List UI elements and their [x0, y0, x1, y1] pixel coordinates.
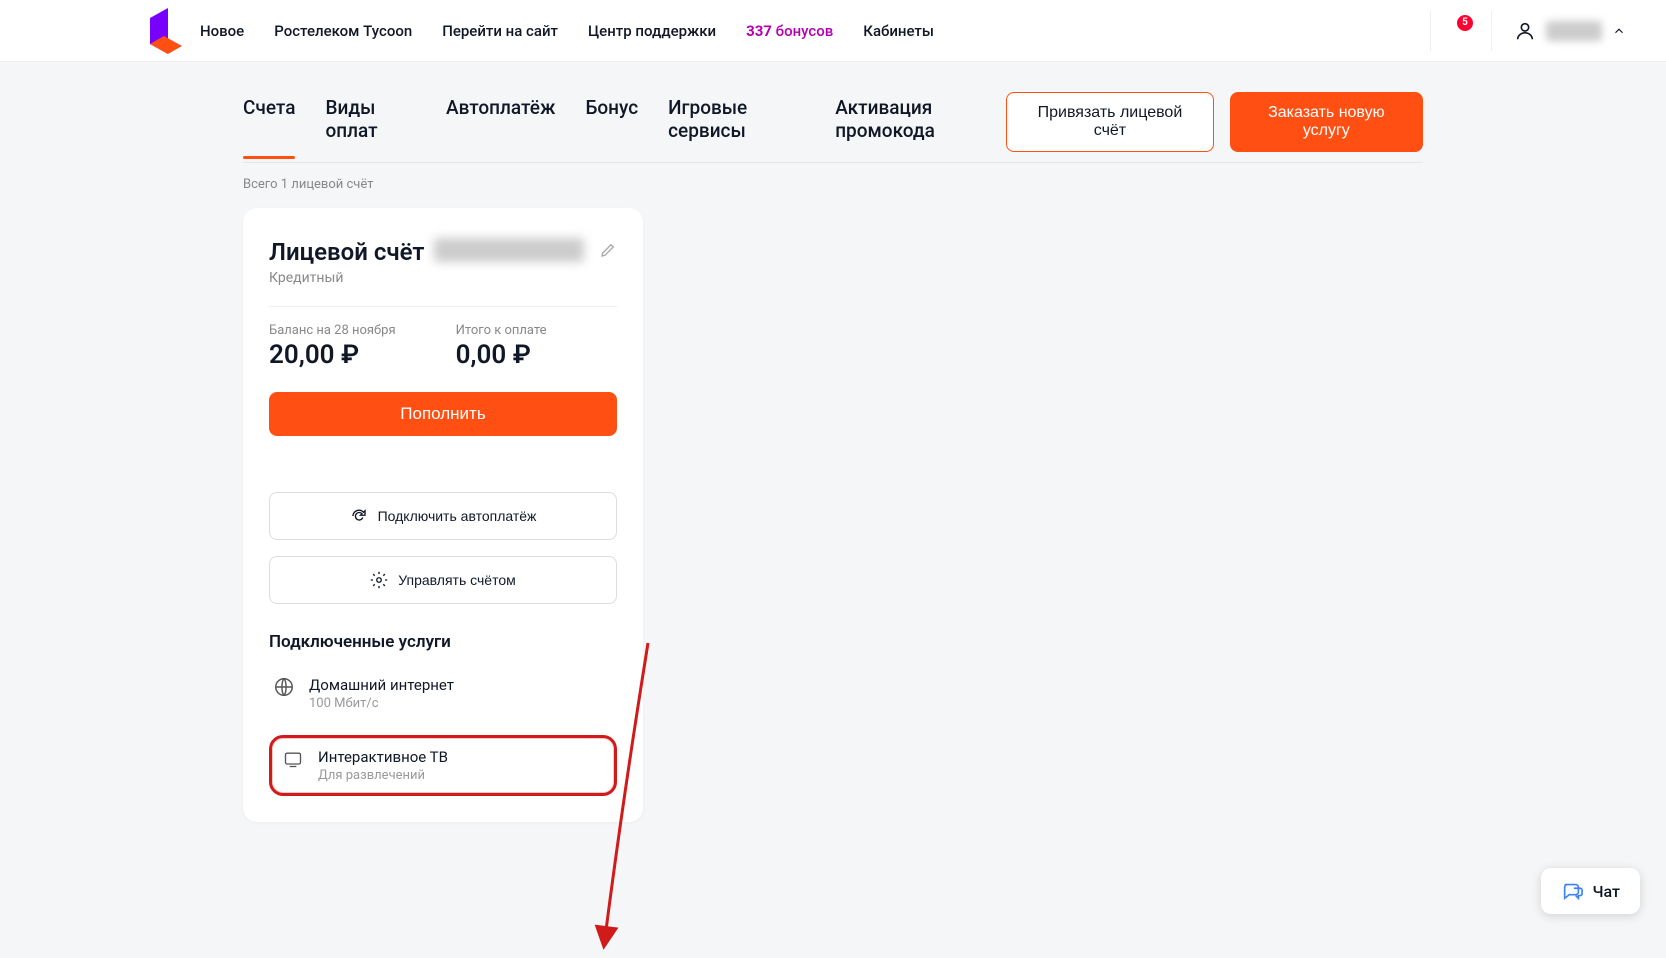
balance-block: Баланс на 28 ноября 20,00 ₽: [269, 323, 396, 370]
tabs: Счета Виды оплат Автоплатёж Бонус Игровы…: [243, 96, 1006, 158]
logo-icon: [150, 8, 182, 54]
chat-icon: [1561, 880, 1583, 902]
nav-support[interactable]: Центр поддержки: [588, 22, 716, 40]
nav-bonus[interactable]: 337 бонусов: [746, 22, 833, 40]
manage-account-button[interactable]: Управлять счётом: [269, 556, 617, 604]
notifications-badge: 5: [1457, 15, 1473, 31]
services-title: Подключенные услуги: [269, 632, 617, 652]
logo[interactable]: [150, 8, 182, 54]
tab-promo[interactable]: Активация промокода: [835, 96, 1006, 158]
header-actions: Привязать лицевой счёт Заказать новую ус…: [1006, 92, 1423, 162]
card-title-row: Лицевой счёт: [269, 238, 617, 266]
link-account-button[interactable]: Привязать лицевой счёт: [1006, 92, 1213, 152]
nav-tycoon[interactable]: Ростелеком Tycoon: [274, 22, 412, 40]
notifications-button[interactable]: 5: [1430, 11, 1492, 51]
tab-accounts[interactable]: Счета: [243, 96, 295, 158]
top-right: 5: [1430, 11, 1626, 51]
card-title: Лицевой счёт: [269, 238, 584, 266]
service-tv-text: Интерактивное ТВ Для развлечений: [318, 748, 448, 783]
edit-account-button[interactable]: [599, 241, 617, 263]
due-block: Итого к оплате 0,00 ₽: [456, 323, 547, 370]
topup-button[interactable]: Пополнить: [269, 392, 617, 436]
page-content: Счета Виды оплат Автоплатёж Бонус Игровы…: [213, 62, 1453, 822]
nav-goto-site[interactable]: Перейти на сайт: [442, 22, 558, 40]
account-type: Кредитный: [269, 270, 617, 286]
top-bar: Новое Ростелеком Tycoon Перейти на сайт …: [0, 0, 1666, 62]
due-value: 0,00 ₽: [456, 340, 547, 370]
service-internet-sub: 100 Мбит/с: [309, 696, 454, 711]
card-title-prefix: Лицевой счёт: [269, 238, 424, 266]
balance-row: Баланс на 28 ноября 20,00 ₽ Итого к опла…: [269, 323, 617, 370]
chevron-up-icon: [1612, 24, 1626, 38]
balance-label: Баланс на 28 ноября: [269, 323, 396, 338]
refresh-icon: [350, 507, 368, 525]
top-nav: Новое Ростелеком Tycoon Перейти на сайт …: [200, 22, 934, 40]
tab-game-services[interactable]: Игровые сервисы: [668, 96, 805, 158]
service-internet-text: Домашний интернет 100 Мбит/с: [309, 676, 454, 711]
globe-icon: [273, 676, 295, 698]
profile-name-redacted: [1546, 21, 1602, 41]
user-icon: [1514, 20, 1536, 42]
connect-autopay-button[interactable]: Подключить автоплатёж: [269, 492, 617, 540]
manage-account-label: Управлять счётом: [398, 572, 515, 588]
nav-new[interactable]: Новое: [200, 22, 244, 40]
tv-icon: [282, 748, 304, 770]
due-label: Итого к оплате: [456, 323, 547, 338]
service-internet-name: Домашний интернет: [309, 676, 454, 694]
profile-menu[interactable]: [1514, 20, 1626, 42]
service-internet[interactable]: Домашний интернет 100 Мбит/с: [269, 670, 617, 717]
tab-autopay[interactable]: Автоплатёж: [446, 96, 555, 158]
bonus-count: 337: [746, 22, 772, 40]
tab-payment-types[interactable]: Виды оплат: [325, 96, 416, 158]
account-card: Лицевой счёт Кредитный Баланс на 28 нояб…: [243, 208, 643, 822]
service-tv-name: Интерактивное ТВ: [318, 748, 448, 766]
bonus-word: бонусов: [776, 22, 834, 40]
nav-cabinets[interactable]: Кабинеты: [863, 22, 934, 40]
divider: [269, 306, 617, 307]
accounts-count-label: Всего 1 лицевой счёт: [243, 177, 1423, 192]
chat-widget[interactable]: Чат: [1541, 868, 1641, 914]
connect-autopay-label: Подключить автоплатёж: [378, 508, 537, 524]
tab-bonus[interactable]: Бонус: [585, 96, 638, 158]
account-number-redacted: [434, 238, 584, 262]
pencil-icon: [599, 241, 617, 259]
gear-icon: [370, 571, 388, 589]
tabs-row: Счета Виды оплат Автоплатёж Бонус Игровы…: [243, 62, 1423, 163]
order-service-button[interactable]: Заказать новую услугу: [1230, 92, 1423, 152]
service-tv-sub: Для развлечений: [318, 768, 448, 783]
balance-value: 20,00 ₽: [269, 340, 396, 370]
service-tv[interactable]: Интерактивное ТВ Для развлечений: [269, 735, 617, 796]
chat-label: Чат: [1593, 882, 1621, 901]
